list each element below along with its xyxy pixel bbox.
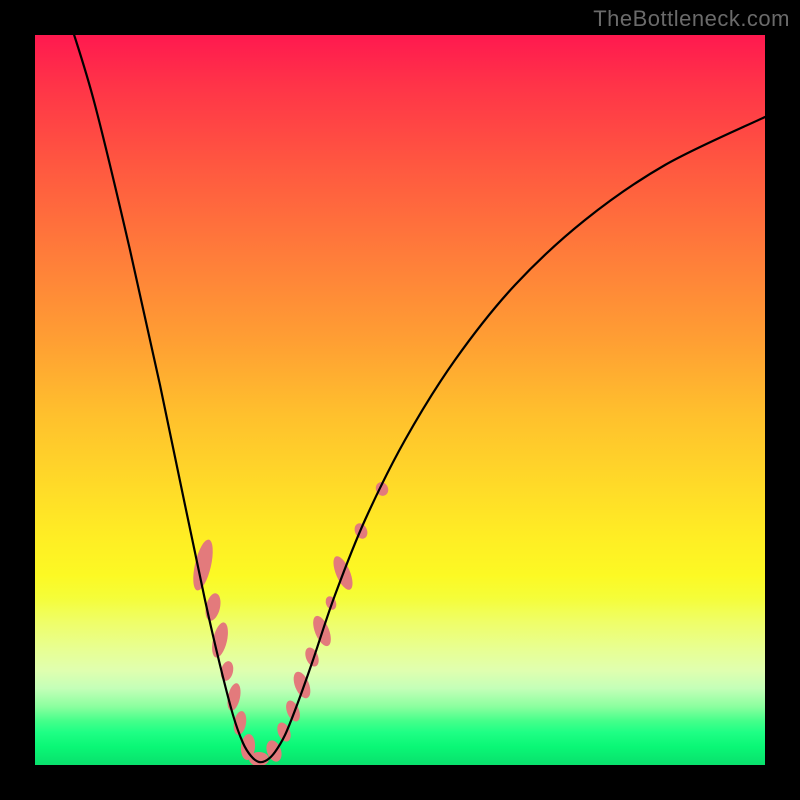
chart-svg xyxy=(35,35,765,765)
marker-point xyxy=(290,669,313,700)
chart-plot-area xyxy=(35,35,765,765)
marker-point xyxy=(209,621,231,659)
watermark-text: TheBottleneck.com xyxy=(593,6,790,32)
chart-frame: TheBottleneck.com xyxy=(0,0,800,800)
marker-point xyxy=(283,699,302,724)
bottleneck-curve xyxy=(71,35,765,762)
